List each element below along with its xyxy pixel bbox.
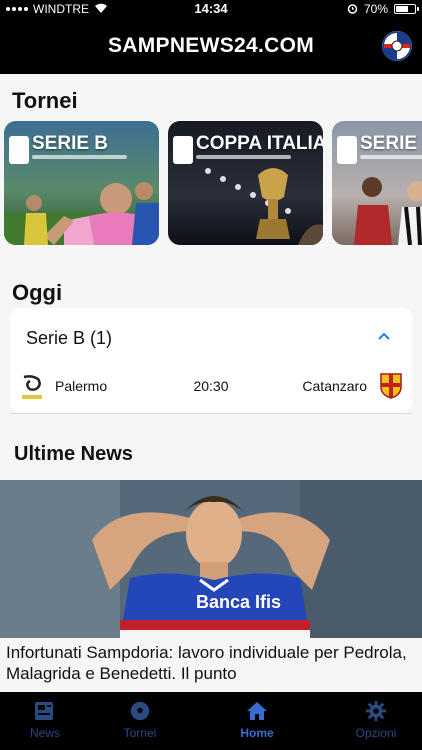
carrier-name: WINDTRE [33, 1, 89, 16]
status-bar: 14:34 WINDTRE 70% [0, 0, 422, 17]
tab-opzioni[interactable]: Opzioni [341, 700, 411, 740]
app-header: SAMPNEWS24.COM [0, 17, 422, 74]
gear-icon [365, 700, 387, 722]
league-header[interactable]: Serie B (1) [26, 328, 112, 349]
tab-home[interactable]: Home [222, 700, 292, 740]
news-headline[interactable]: Infortunati Sampdoria: lavoro individual… [6, 642, 416, 684]
tournament-card-coppa-italia[interactable]: COPPA ITALIA [168, 121, 323, 245]
tab-news[interactable]: News [10, 700, 80, 740]
tournament-card-serie-b[interactable]: SERIE B [4, 121, 159, 245]
tab-label: Tornei [123, 726, 157, 740]
tab-label: News [29, 726, 60, 740]
battery-icon [394, 3, 419, 14]
tournament-card-label: SERIE B [32, 133, 109, 154]
card-subtitle-strip [196, 155, 291, 159]
serie-b-badge-icon [9, 136, 29, 164]
alarm-icon [347, 4, 358, 14]
today-league-panel: Serie B (1) Palermo 20:30 Catanzaro [10, 308, 412, 413]
signal-icon [6, 6, 28, 11]
tab-label: Home [240, 726, 274, 740]
newspaper-icon [35, 702, 53, 720]
catanzaro-crest-icon [380, 373, 402, 399]
battery-percent: 70% [363, 1, 388, 16]
tournament-card-label: COPPA ITALIA [196, 133, 323, 154]
player-photo: Banca Ifis [0, 480, 422, 638]
sponsor-text: Banca Ifis [196, 592, 281, 612]
home-icon [247, 702, 267, 720]
wifi-icon [95, 3, 107, 13]
card-subtitle-strip [360, 155, 422, 159]
chevron-up-icon[interactable] [378, 332, 390, 340]
match-row[interactable]: Palermo 20:30 Catanzaro [10, 373, 412, 403]
news-article-image[interactable]: Banca Ifis [0, 480, 422, 638]
tournament-card-serie-a-femminile[interactable]: SERIE A FE [332, 121, 422, 245]
card-subtitle-strip [32, 155, 127, 159]
serie-a-femminile-badge-icon [337, 136, 357, 164]
away-team-name: Catanzaro [302, 378, 367, 394]
tab-label: Opzioni [355, 726, 397, 740]
tournament-carousel[interactable]: SERIE B COPPA ITALIA SERIE A FE [0, 121, 422, 245]
latest-news-title: Ultime News [14, 443, 133, 465]
tab-tornei[interactable]: Tornei [105, 700, 175, 740]
tournament-card-label: SERIE A FE [360, 133, 422, 154]
app-title: SAMPNEWS24.COM [107, 34, 315, 57]
bottom-tab-bar: News Tornei Home Opzioni [0, 692, 422, 750]
soccer-ball-icon [130, 701, 150, 721]
coppa-italia-badge-icon [173, 136, 193, 164]
panel-divider [10, 413, 412, 414]
sampdoria-logo-icon[interactable] [382, 31, 412, 61]
today-title: Oggi [12, 280, 63, 305]
tournaments-title: Tornei [12, 88, 78, 113]
